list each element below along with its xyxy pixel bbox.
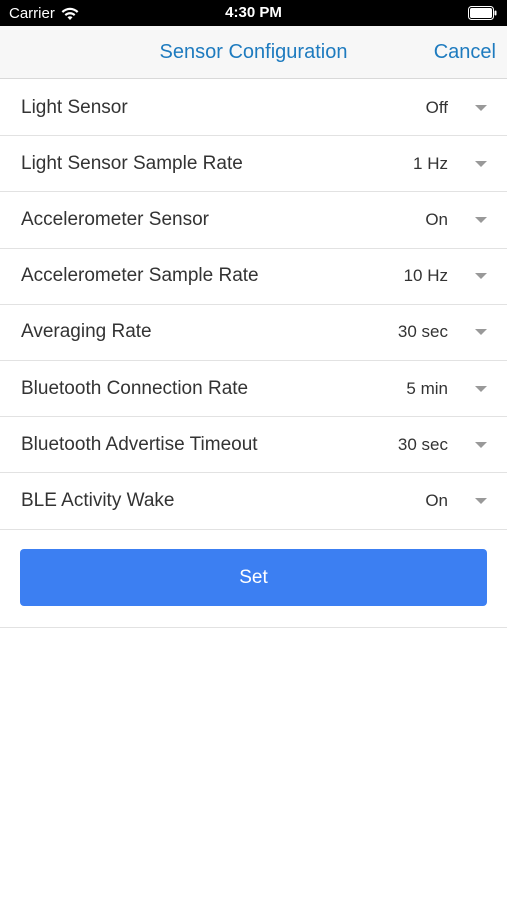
setting-label: Bluetooth Advertise Timeout xyxy=(21,433,258,455)
setting-value: 1 Hz xyxy=(413,153,448,173)
setting-label: Bluetooth Connection Rate xyxy=(21,377,249,399)
setting-row-ble-activity-wake[interactable]: BLE Activity Wake On xyxy=(0,473,507,530)
chevron-down-icon xyxy=(475,441,487,448)
setting-value: Off xyxy=(425,97,448,117)
chevron-down-icon xyxy=(475,104,487,111)
setting-value: 30 sec xyxy=(397,434,448,454)
chevron-down-icon xyxy=(475,497,487,504)
status-bar: Carrier 4:30 PM xyxy=(0,0,507,26)
setting-row-light-sensor[interactable]: Light Sensor Off xyxy=(0,80,507,137)
setting-label: BLE Activity Wake xyxy=(21,489,175,511)
cancel-button[interactable]: Cancel xyxy=(434,41,496,64)
setting-label: Averaging Rate xyxy=(21,321,152,343)
setting-row-averaging-rate[interactable]: Averaging Rate 30 sec xyxy=(0,305,507,361)
setting-label: Light Sensor xyxy=(21,96,128,118)
setting-label: Accelerometer Sensor xyxy=(21,208,209,230)
status-time: 4:30 PM xyxy=(225,4,282,21)
chevron-down-icon xyxy=(475,385,487,392)
chevron-down-icon xyxy=(475,273,487,280)
chevron-down-icon xyxy=(475,329,487,336)
setting-label: Light Sensor Sample Rate xyxy=(21,152,243,174)
chevron-down-icon xyxy=(475,216,487,223)
setting-row-bluetooth-advertise-timeout[interactable]: Bluetooth Advertise Timeout 30 sec xyxy=(0,417,507,474)
chevron-down-icon xyxy=(475,160,487,167)
setting-row-bluetooth-connection-rate[interactable]: Bluetooth Connection Rate 5 min xyxy=(0,361,507,418)
navigation-bar: Sensor Configuration Cancel xyxy=(0,26,507,79)
action-area: Set xyxy=(0,530,507,628)
setting-value: On xyxy=(425,490,448,510)
page-title: Sensor Configuration xyxy=(159,41,348,63)
battery-icon xyxy=(468,6,497,20)
setting-row-light-sensor-sample-rate[interactable]: Light Sensor Sample Rate 1 Hz xyxy=(0,136,507,193)
setting-value: On xyxy=(425,209,448,229)
setting-value: 5 min xyxy=(406,378,448,398)
setting-label: Accelerometer Sample Rate xyxy=(21,265,259,287)
setting-row-accelerometer-sample-rate[interactable]: Accelerometer Sample Rate 10 Hz xyxy=(0,249,507,305)
setting-value: 30 sec xyxy=(397,322,448,342)
setting-value: 10 Hz xyxy=(403,266,448,286)
set-button[interactable]: Set xyxy=(20,549,487,606)
setting-row-accelerometer-sensor[interactable]: Accelerometer Sensor On xyxy=(0,192,507,249)
settings-list: Light Sensor Off Light Sensor Sample Rat… xyxy=(0,80,507,530)
